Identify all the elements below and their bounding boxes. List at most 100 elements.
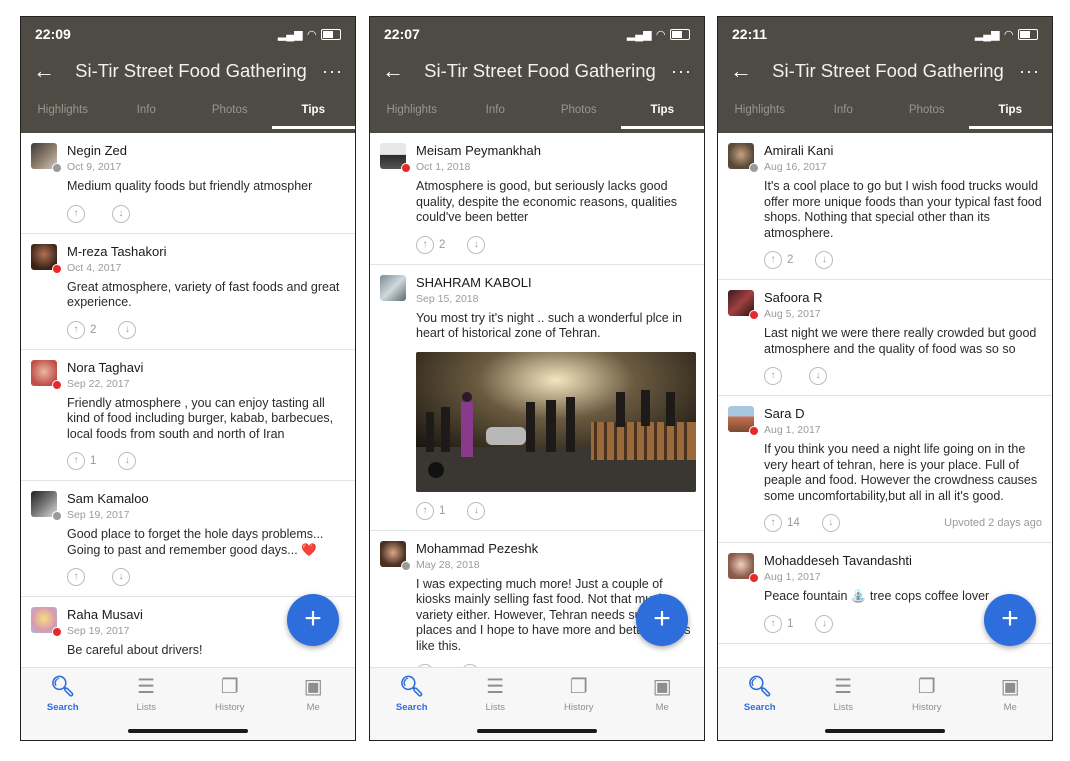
tab-info[interactable]: Info xyxy=(802,91,886,129)
nav-search[interactable]: 🔍︎ Search xyxy=(370,668,454,740)
tip-item: Safoora R Aug 5, 2017 Last night we were… xyxy=(718,280,1052,396)
tab-photos[interactable]: Photos xyxy=(537,91,621,129)
venue-title: Si-Tir Street Food Gathering xyxy=(772,60,1004,81)
add-tip-button[interactable]: + xyxy=(984,594,1036,646)
tip-author[interactable]: Sara D xyxy=(764,406,1042,421)
downvote-icon[interactable]: ↓ xyxy=(118,452,137,470)
tab-photos[interactable]: Photos xyxy=(885,91,969,129)
tip-author[interactable]: Safoora R xyxy=(764,290,1042,305)
back-arrow-icon[interactable]: ← xyxy=(382,58,416,84)
upvote-icon[interactable]: ↑ xyxy=(764,367,782,385)
heart-badge-icon xyxy=(749,426,759,436)
more-options-icon[interactable]: ··· xyxy=(1012,61,1040,82)
tips-list[interactable]: Meisam Peymankhah Oct 1, 2018 Atmosphere… xyxy=(370,133,704,668)
vote-row: ↑ 2 ↓ xyxy=(416,235,694,254)
nav-search[interactable]: 🔍︎ Search xyxy=(21,668,105,740)
tab-highlights[interactable]: Highlights xyxy=(370,91,454,129)
add-tip-button[interactable]: + xyxy=(287,594,339,646)
add-tip-button[interactable]: + xyxy=(636,594,688,646)
profile-icon: ▣ xyxy=(652,676,672,698)
history-icon: ❐ xyxy=(917,676,936,698)
upvote-icon[interactable]: ↑ xyxy=(764,614,782,633)
phone-screen-1: 22:09 ▂▄▆ ◠ ← Si-Tir Street Food Gatherin… xyxy=(20,16,356,741)
user-status-dot xyxy=(749,163,759,173)
avatar[interactable] xyxy=(380,274,406,301)
downvote-icon[interactable]: ↓ xyxy=(821,514,840,532)
upvote-icon[interactable]: ↑ xyxy=(416,235,434,254)
upvote-count: 1 xyxy=(787,617,794,630)
signal-icon: ▂▄▆ xyxy=(626,28,652,41)
tab-photos[interactable]: Photos xyxy=(188,91,272,129)
downvote-icon[interactable]: ↓ xyxy=(815,251,834,269)
tab-tips[interactable]: Tips xyxy=(620,91,704,129)
vote-row: ↑ 2 ↓ xyxy=(67,320,345,339)
tip-text: Good place to forget the hole days probl… xyxy=(67,527,324,557)
tip-author[interactable]: Meisam Peymankhah xyxy=(416,143,694,158)
nav-search[interactable]: 🔍︎ Search xyxy=(718,668,802,740)
nav-label: Search xyxy=(743,702,776,713)
home-indicator[interactable] xyxy=(825,729,945,733)
downvote-icon[interactable]: ↓ xyxy=(118,320,137,339)
tip-author[interactable]: Nora Taghavi xyxy=(67,360,345,375)
nav-label: History xyxy=(911,702,942,713)
tab-highlights[interactable]: Highlights xyxy=(718,91,802,129)
home-indicator[interactable] xyxy=(477,729,597,733)
downvote-icon[interactable]: ↓ xyxy=(809,367,827,385)
nav-me[interactable]: ▣ Me xyxy=(621,668,705,740)
tip-date: Oct 4, 2017 xyxy=(67,261,122,274)
app-header: 22:09 ▂▄▆ ◠ ← Si-Tir Street Food Gatherin… xyxy=(21,17,355,133)
nav-me[interactable]: ▣ Me xyxy=(969,668,1053,740)
back-arrow-icon[interactable]: ← xyxy=(33,58,67,84)
upvote-icon[interactable]: ↑ xyxy=(67,452,85,470)
back-arrow-icon[interactable]: ← xyxy=(730,58,764,84)
upvote-count: 2 xyxy=(787,254,794,266)
downvote-icon[interactable]: ↓ xyxy=(467,235,486,254)
tip-author[interactable]: Negin Zed xyxy=(67,143,345,158)
tip-author[interactable]: Mohammad Pezeshk xyxy=(416,541,694,556)
tip-photo[interactable] xyxy=(416,351,696,492)
tips-list[interactable]: Negin Zed Oct 9, 2017 Medium quality foo… xyxy=(21,133,355,668)
bottom-nav: 🔍︎ Search ☰ Lists ❐ History ▣ Me xyxy=(21,667,355,740)
app-header: 22:07 ▂▄▆ ◠ ← Si-Tir Street Food Gatherin… xyxy=(370,17,704,133)
tab-highlights[interactable]: Highlights xyxy=(21,91,105,129)
status-icons: ▂▄▆ ◠ xyxy=(627,28,690,41)
tip-item: Sam Kamaloo Sep 19, 2017 Good place to f… xyxy=(21,481,355,597)
upvote-icon[interactable]: ↑ xyxy=(416,501,434,520)
downvote-icon[interactable]: ↓ xyxy=(467,501,486,520)
nav-me[interactable]: ▣ Me xyxy=(272,668,356,740)
title-bar: ← Si-Tir Street Food Gathering ··· xyxy=(718,51,1052,91)
signal-icon: ▂▄▆ xyxy=(974,28,1000,41)
nav-label: Me xyxy=(306,702,320,713)
more-options-icon[interactable]: ··· xyxy=(664,61,692,82)
tip-date: Oct 9, 2017 xyxy=(67,161,122,173)
home-indicator[interactable] xyxy=(128,729,248,733)
tip-author[interactable]: Amirali Kani xyxy=(764,143,1042,158)
venue-title: Si-Tir Street Food Gathering xyxy=(424,60,656,81)
tips-list[interactable]: Amirali Kani Aug 16, 2017 It's a cool pl… xyxy=(718,133,1052,668)
upvote-icon[interactable]: ↑ xyxy=(764,251,782,269)
status-icons: ▂▄▆ ◠ xyxy=(975,28,1038,41)
bottom-nav: 🔍︎ Search ☰ Lists ❐ History ▣ Me xyxy=(370,667,704,740)
tip-author[interactable]: SHAHRAM KABOLI xyxy=(416,275,694,290)
tip-author[interactable]: M-reza Tashakori xyxy=(67,244,345,259)
tab-tips[interactable]: Tips xyxy=(968,91,1052,129)
downvote-icon[interactable]: ↓ xyxy=(112,568,130,586)
phone-screen-2: 22:07 ▂▄▆ ◠ ← Si-Tir Street Food Gatherin… xyxy=(369,16,705,741)
upvote-icon[interactable]: ↑ xyxy=(67,568,85,586)
wifi-icon: ◠ xyxy=(656,28,665,41)
tip-author[interactable]: Sam Kamaloo xyxy=(67,491,345,506)
status-time: 22:11 xyxy=(732,26,768,42)
upvote-icon[interactable]: ↑ xyxy=(764,514,782,532)
tab-info[interactable]: Info xyxy=(454,91,538,129)
tab-tips[interactable]: Tips xyxy=(271,91,355,129)
downvote-icon[interactable]: ↓ xyxy=(815,614,834,633)
upvote-icon[interactable]: ↑ xyxy=(67,320,85,339)
tip-author[interactable]: Mohaddeseh Tavandashti xyxy=(764,553,1042,568)
tip-text: Be careful about drivers! xyxy=(67,643,203,657)
more-options-icon[interactable]: ··· xyxy=(315,61,343,82)
history-icon: ❐ xyxy=(569,676,588,698)
search-icon: 🔍︎ xyxy=(50,676,76,698)
tab-info[interactable]: Info xyxy=(105,91,189,129)
downvote-icon[interactable]: ↓ xyxy=(112,204,130,223)
upvote-icon[interactable]: ↑ xyxy=(67,204,85,223)
